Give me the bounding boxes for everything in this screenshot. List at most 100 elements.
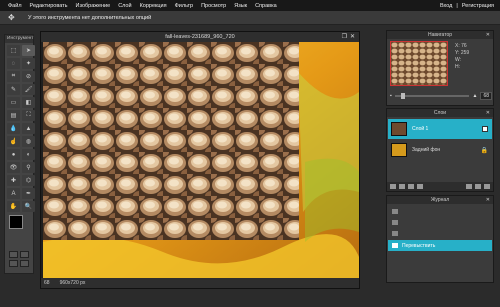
zoom-slider-knob[interactable]	[400, 93, 405, 99]
pencil-tool-icon[interactable]: ✎	[7, 84, 20, 95]
smudge-tool-icon[interactable]: ☝	[7, 136, 20, 147]
replace-color-tool-icon[interactable]: ✚	[7, 175, 20, 186]
close-icon[interactable]: ✕	[486, 196, 490, 204]
close-icon[interactable]: ✕	[486, 31, 490, 39]
history-item[interactable]	[388, 217, 492, 228]
menu-image[interactable]: Изображение	[76, 3, 111, 9]
navigator-thumbnail[interactable]	[390, 41, 448, 86]
eyedropper-tool-icon[interactable]: ⚲	[22, 162, 35, 173]
move-icon	[392, 243, 398, 248]
drawing-tool-icon[interactable]: ⌬	[22, 175, 35, 186]
bucket-tool-icon[interactable]: ◧	[22, 97, 35, 108]
wand-tool-icon[interactable]: ✦	[22, 58, 35, 69]
blur-tool-icon[interactable]: 💧	[7, 123, 20, 134]
menu-layer[interactable]: Слой	[118, 3, 131, 9]
menu-filter[interactable]: Фильтр	[175, 3, 193, 9]
options-message: У этого инструмента нет дополнительных о…	[28, 14, 152, 21]
history-icon	[392, 209, 398, 214]
nav-x-label: X:	[455, 43, 460, 49]
navigator-title: Навигатор	[427, 32, 453, 38]
nav-w-label: W:	[455, 57, 462, 63]
navigator-zoom: ▪ ▲ 68	[390, 91, 492, 101]
document-title: fall-leaves-231689_960_720	[165, 34, 235, 40]
eraser-tool-icon[interactable]: ▭	[7, 97, 20, 108]
layer-visibility-checkbox[interactable]	[482, 126, 488, 132]
zoom-slider[interactable]	[394, 93, 470, 99]
document-titlebar[interactable]: fall-leaves-231689_960_720 ❐ ✕	[41, 32, 359, 42]
view-mode-4[interactable]	[20, 260, 29, 267]
restore-icon[interactable]: ❐	[342, 33, 347, 40]
new-layer-icon[interactable]	[466, 184, 472, 189]
navigator-header: Навигатор ✕	[387, 31, 493, 39]
zoom-out-icon[interactable]: ▪	[390, 93, 392, 99]
history-icon	[392, 231, 398, 236]
document-zoom[interactable]: 68	[44, 280, 50, 286]
delete-layer-icon[interactable]	[475, 184, 481, 189]
text-tool-icon[interactable]: A	[7, 188, 20, 199]
toolbox-title: Инструмент	[5, 35, 34, 43]
move-tool-icon: ✥	[8, 12, 15, 22]
login-link[interactable]: Вход	[440, 3, 452, 9]
zoom-value[interactable]: 68	[480, 92, 492, 100]
layer-thumbnail	[391, 122, 407, 136]
foreground-color[interactable]	[9, 215, 23, 229]
sharpen-tool-icon[interactable]: ▲	[22, 123, 35, 134]
layer-folder-icon[interactable]	[417, 184, 423, 189]
close-icon[interactable]: ✕	[486, 109, 490, 117]
options-bar: ✥ У этого инструмента нет дополнительных…	[0, 11, 500, 25]
history-item[interactable]: Перевыствить	[388, 240, 492, 251]
layer-name: Задний фон	[412, 147, 441, 153]
move-tool-icon[interactable]: ➤	[22, 45, 35, 56]
history-label: Перевыствить	[402, 242, 436, 249]
hand-tool-icon[interactable]: ✋	[7, 201, 20, 212]
canvas-image	[43, 42, 359, 280]
history-header: Журнал ✕	[387, 196, 493, 204]
layer-name: Слой 1	[412, 126, 429, 132]
view-mode-buttons	[9, 251, 29, 267]
layer-fx-icon[interactable]	[408, 184, 414, 189]
document-status-bar: 68 960x720 px	[41, 278, 359, 288]
history-item[interactable]	[388, 228, 492, 239]
zoom-in-icon[interactable]: ▲	[472, 93, 477, 99]
history-icon	[392, 220, 398, 225]
pen-tool-icon[interactable]: ✒	[22, 188, 35, 199]
menu-language[interactable]: Язык	[234, 3, 247, 9]
image-canvas[interactable]	[43, 42, 359, 280]
view-mode-3[interactable]	[9, 260, 18, 267]
slice-tool-icon[interactable]: ⊘	[22, 71, 35, 82]
layer-mask-icon[interactable]	[399, 184, 405, 189]
close-icon[interactable]: ✕	[350, 33, 355, 40]
crop-tool-icon[interactable]: ⌗	[7, 71, 20, 82]
menu-bar: Файл Редактировать Изображение Слой Корр…	[0, 0, 500, 11]
history-panel: Журнал ✕ Перевыствить	[386, 195, 494, 283]
layer-item[interactable]: Слой 1	[388, 119, 492, 139]
burn-tool-icon[interactable]: ◐	[22, 149, 35, 160]
toolbox: Инструмент ⬚ ➤ ◌ ✦ ⌗ ⊘ ✎ 🖌 ▭ ◧ ▤ ⛶ 💧 ▲ ☝…	[4, 34, 35, 274]
register-link[interactable]: Регистрация	[462, 3, 494, 9]
layer-style-icon[interactable]	[390, 184, 396, 189]
menu-edit[interactable]: Редактировать	[30, 3, 68, 9]
navigator-info: X: 76 Y: 259 W: H:	[455, 43, 469, 71]
sponge-tool-icon[interactable]: ◍	[22, 136, 35, 147]
history-item[interactable]	[388, 206, 492, 217]
zoom-tool-icon[interactable]: 🔍	[22, 201, 35, 212]
layer-menu-icon[interactable]	[484, 184, 490, 189]
lasso-tool-icon[interactable]: ◌	[7, 58, 20, 69]
nav-h-label: H:	[455, 64, 460, 70]
menu-adjust[interactable]: Коррекция	[140, 3, 167, 9]
redeye-tool-icon[interactable]: 👁	[7, 162, 20, 173]
menu-file[interactable]: Файл	[8, 3, 22, 9]
stamp-tool-icon[interactable]: ⛶	[22, 110, 35, 121]
menu-view[interactable]: Просмотр	[201, 3, 226, 9]
brush-tool-icon[interactable]: 🖌	[22, 84, 35, 95]
layer-item[interactable]: Задний фон 🔒	[388, 140, 492, 160]
view-mode-2[interactable]	[20, 251, 29, 258]
nav-y-value: 259	[460, 50, 470, 56]
view-mode-1[interactable]	[9, 251, 18, 258]
menu-help[interactable]: Справка	[255, 3, 277, 9]
dodge-tool-icon[interactable]: ●	[7, 149, 20, 160]
history-title: Журнал	[430, 197, 450, 203]
gradient-tool-icon[interactable]: ▤	[7, 110, 20, 121]
color-swatches[interactable]	[9, 215, 29, 233]
marquee-tool-icon[interactable]: ⬚	[7, 45, 20, 56]
